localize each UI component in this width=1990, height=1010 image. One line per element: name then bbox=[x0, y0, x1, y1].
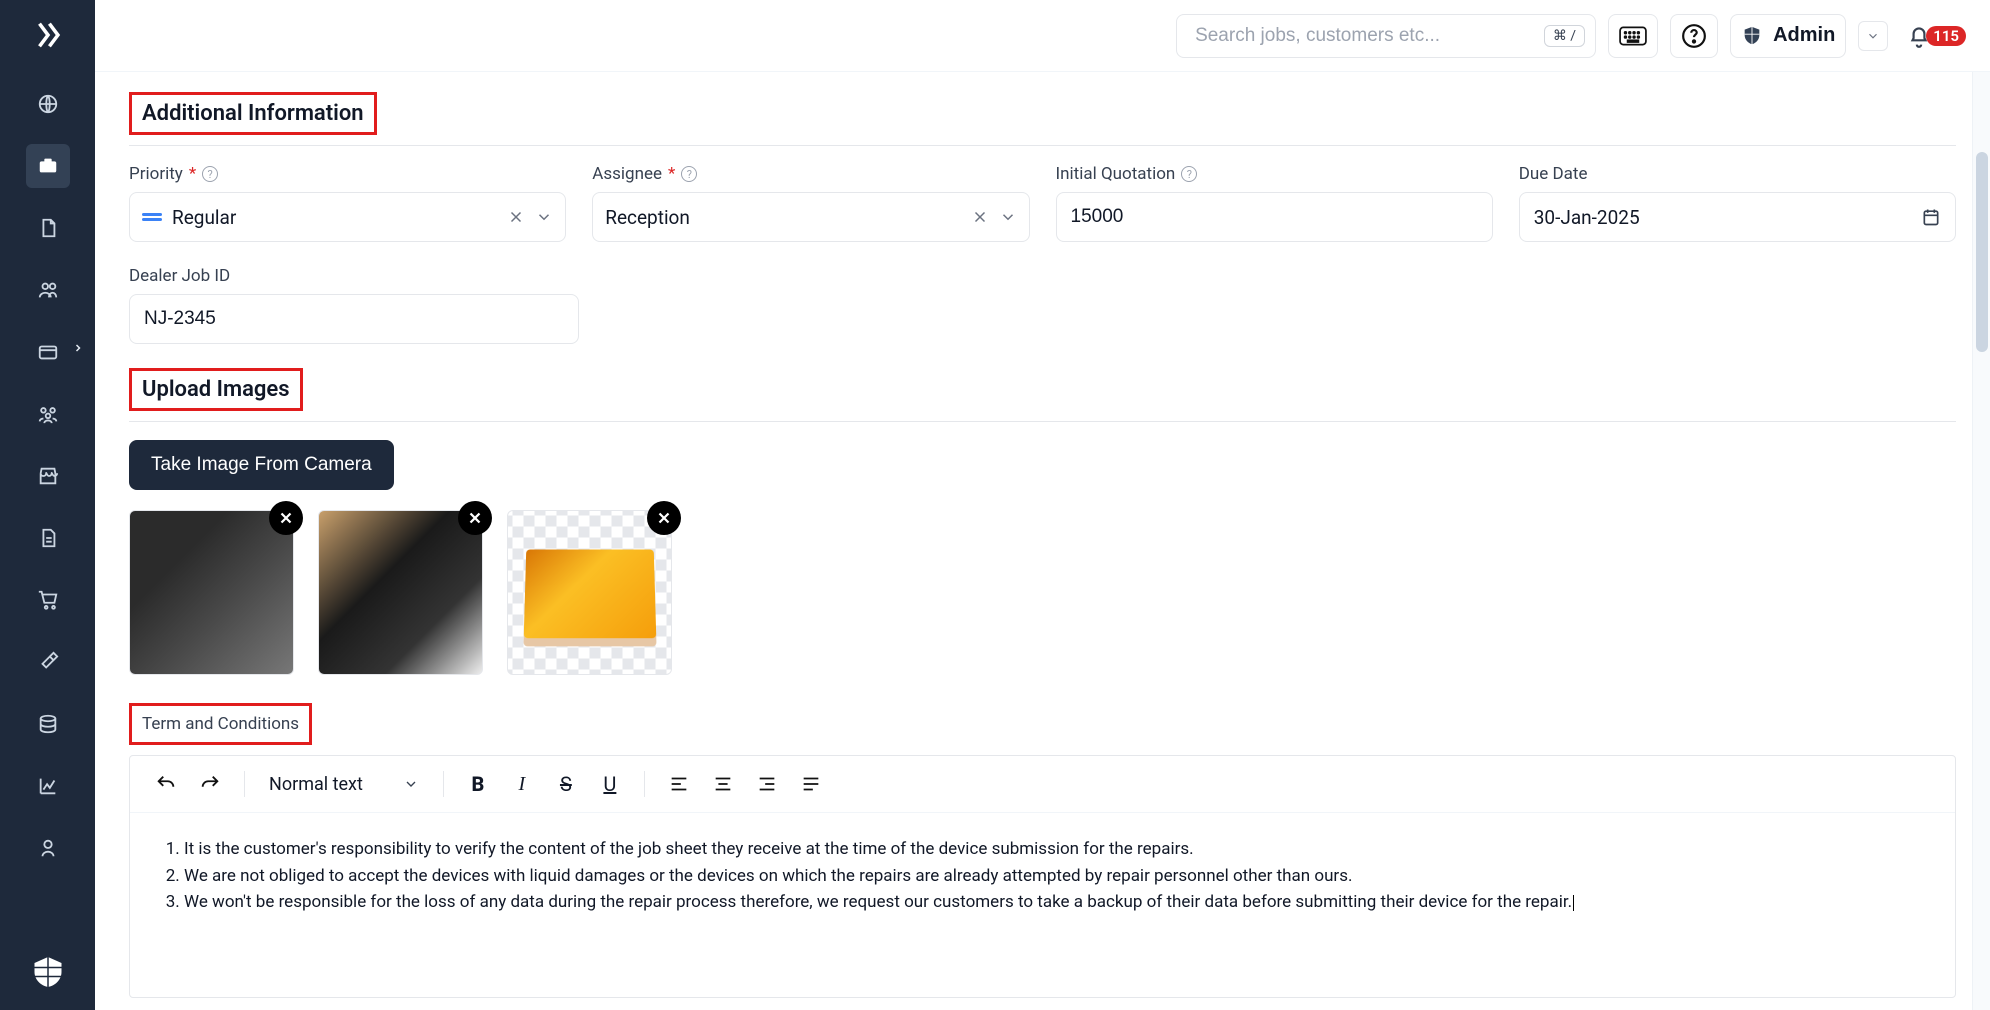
editor-content[interactable]: It is the customer's responsibility to v… bbox=[130, 813, 1955, 997]
due-date-input[interactable]: 30-Jan-2025 bbox=[1519, 192, 1956, 242]
priority-field-group: Priority * ? Regular bbox=[129, 164, 566, 242]
calendar-icon[interactable] bbox=[1921, 207, 1941, 227]
due-date-field-group: Due Date 30-Jan-2025 bbox=[1519, 164, 1956, 242]
scrollbar[interactable] bbox=[1972, 72, 1990, 1010]
strikethrough-button[interactable]: S bbox=[548, 766, 584, 802]
help-icon[interactable]: ? bbox=[202, 166, 218, 182]
sidebar-item-jobs[interactable] bbox=[26, 144, 70, 188]
topbar: ⌘ / Admin 115 bbox=[95, 0, 1990, 72]
macbook-icon bbox=[523, 549, 656, 638]
bold-button[interactable]: B bbox=[460, 766, 496, 802]
text-style-select[interactable]: Normal text bbox=[261, 770, 427, 799]
sidebar-item-tools[interactable] bbox=[26, 640, 70, 684]
align-right-button[interactable] bbox=[749, 766, 785, 802]
remove-image-button[interactable] bbox=[458, 501, 492, 535]
initial-quotation-input[interactable] bbox=[1056, 192, 1493, 242]
toolbar-separator bbox=[443, 771, 444, 797]
assignee-select[interactable]: Reception bbox=[592, 192, 1029, 242]
search-input-wrap[interactable]: ⌘ / bbox=[1176, 14, 1596, 58]
dealer-job-id-label: Dealer Job ID bbox=[129, 266, 579, 286]
image-thumbnail[interactable] bbox=[129, 510, 294, 675]
align-left-button[interactable] bbox=[661, 766, 697, 802]
notif-badge: 115 bbox=[1926, 26, 1966, 46]
search-input[interactable] bbox=[1195, 25, 1544, 47]
keyboard-button[interactable] bbox=[1608, 14, 1658, 58]
shield-icon bbox=[1741, 25, 1763, 47]
due-date-value: 30-Jan-2025 bbox=[1534, 206, 1911, 229]
sidebar-item-profile[interactable] bbox=[26, 826, 70, 870]
assignee-field-group: Assignee * ? Reception bbox=[592, 164, 1029, 242]
help-icon[interactable]: ? bbox=[681, 166, 697, 182]
initial-quotation-field-group: Initial Quotation ? bbox=[1056, 164, 1493, 242]
notifications-button[interactable]: 115 bbox=[1906, 23, 1966, 49]
upload-images-heading: Upload Images bbox=[132, 371, 300, 408]
chevron-right-icon bbox=[72, 342, 84, 354]
help-button[interactable] bbox=[1670, 14, 1718, 58]
scrollbar-thumb[interactable] bbox=[1976, 152, 1988, 352]
sidebar-item-store[interactable] bbox=[26, 454, 70, 498]
app-logo bbox=[30, 954, 66, 990]
redo-button[interactable] bbox=[192, 766, 228, 802]
remove-image-button[interactable] bbox=[269, 501, 303, 535]
priority-icon bbox=[142, 213, 162, 221]
required-indicator: * bbox=[189, 164, 196, 184]
assignee-value: Reception bbox=[605, 206, 960, 229]
toolbar-separator bbox=[244, 771, 245, 797]
remove-image-button[interactable] bbox=[647, 501, 681, 535]
take-image-camera-button[interactable]: Take Image From Camera bbox=[129, 440, 394, 490]
chevron-down-icon[interactable] bbox=[535, 208, 553, 226]
dealer-job-id-input[interactable] bbox=[129, 294, 579, 344]
assignee-label: Assignee * ? bbox=[592, 164, 1029, 184]
chevron-down-icon[interactable] bbox=[999, 208, 1017, 226]
undo-button[interactable] bbox=[148, 766, 184, 802]
divider bbox=[129, 145, 1956, 146]
sidebar-item-users[interactable] bbox=[26, 268, 70, 312]
toolbar-separator bbox=[644, 771, 645, 797]
dealer-job-id-field-group: Dealer Job ID bbox=[129, 266, 579, 344]
clear-icon[interactable] bbox=[971, 208, 989, 226]
sidebar-item-globe[interactable] bbox=[26, 82, 70, 126]
sidebar-item-cart[interactable] bbox=[26, 578, 70, 622]
due-date-label: Due Date bbox=[1519, 164, 1956, 184]
terms-item: We are not obliged to accept the devices… bbox=[184, 864, 1925, 889]
priority-value: Regular bbox=[172, 206, 497, 229]
sidebar-item-reports[interactable] bbox=[26, 764, 70, 808]
terms-item: We won't be responsible for the loss of … bbox=[184, 890, 1925, 915]
sidebar-item-database[interactable] bbox=[26, 702, 70, 746]
terms-editor: Normal text B I S U It is the bbox=[129, 755, 1956, 998]
user-dropdown-caret[interactable] bbox=[1858, 21, 1888, 51]
sidebar bbox=[0, 0, 95, 1010]
search-shortcut-chip: ⌘ / bbox=[1544, 25, 1585, 47]
additional-information-heading: Additional Information bbox=[132, 95, 374, 132]
main-content: Additional Information Priority * ? Regu… bbox=[95, 0, 1990, 1010]
sidebar-item-document[interactable] bbox=[26, 206, 70, 250]
underline-button[interactable]: U bbox=[592, 766, 628, 802]
align-justify-button[interactable] bbox=[793, 766, 829, 802]
priority-select[interactable]: Regular bbox=[129, 192, 566, 242]
image-thumbnail[interactable] bbox=[507, 510, 672, 675]
priority-label: Priority * ? bbox=[129, 164, 566, 184]
editor-toolbar: Normal text B I S U bbox=[130, 756, 1955, 813]
sidebar-item-payments[interactable] bbox=[26, 330, 70, 374]
divider bbox=[129, 421, 1956, 422]
user-menu-button[interactable]: Admin bbox=[1730, 14, 1846, 58]
sidebar-item-file[interactable] bbox=[26, 516, 70, 560]
help-icon[interactable]: ? bbox=[1181, 166, 1197, 182]
align-center-button[interactable] bbox=[705, 766, 741, 802]
initial-quotation-label: Initial Quotation ? bbox=[1056, 164, 1493, 184]
required-indicator: * bbox=[668, 164, 675, 184]
sidebar-expand-button[interactable] bbox=[31, 18, 65, 52]
image-thumbnail[interactable] bbox=[318, 510, 483, 675]
uploaded-images bbox=[129, 510, 1956, 675]
terms-item: It is the customer's responsibility to v… bbox=[184, 837, 1925, 862]
clear-icon[interactable] bbox=[507, 208, 525, 226]
terms-heading: Term and Conditions bbox=[132, 706, 309, 742]
italic-button[interactable]: I bbox=[504, 766, 540, 802]
user-name: Admin bbox=[1773, 24, 1835, 47]
sidebar-item-team[interactable] bbox=[26, 392, 70, 436]
